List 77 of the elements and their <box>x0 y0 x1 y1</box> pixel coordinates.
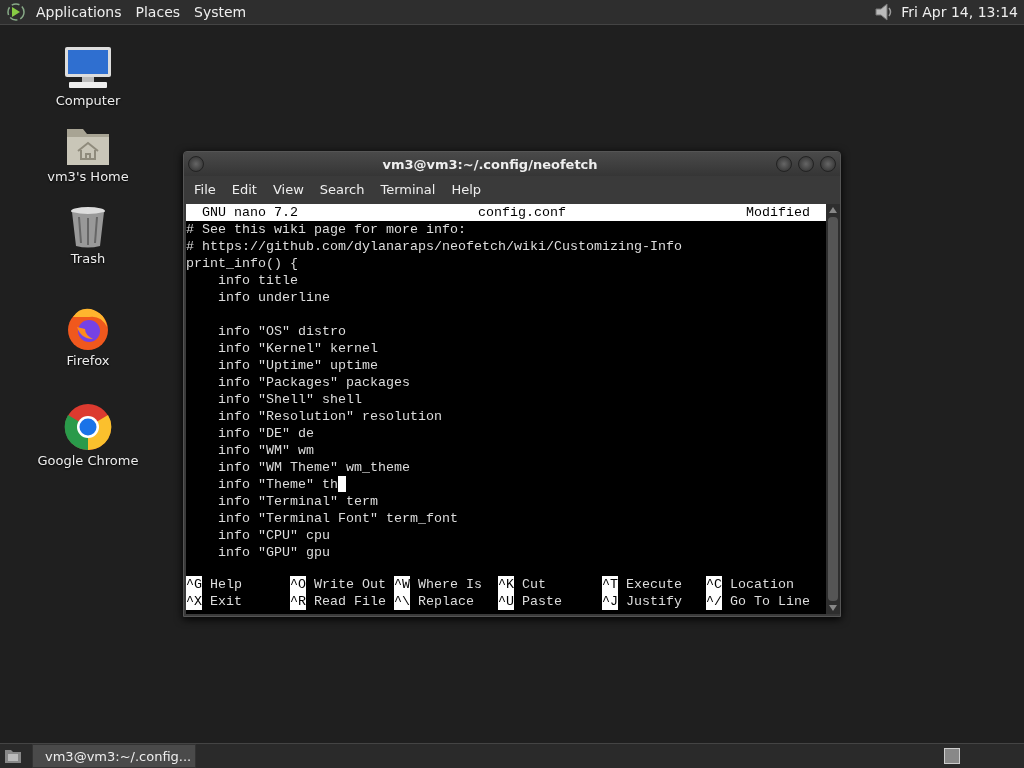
shortcut-label: Execute <box>626 576 682 593</box>
shortcut-key: ^U <box>498 593 514 610</box>
code-line: info "GPU" gpu <box>217 544 330 561</box>
shortcut-key: ^C <box>706 576 722 593</box>
shortcut-key: ^G <box>186 576 202 593</box>
scroll-down-icon[interactable] <box>829 605 837 611</box>
shortcut-key: ^X <box>186 593 202 610</box>
code-line: # See this wiki page for more info: <box>186 221 466 238</box>
code-line: info "WM" wm <box>217 442 314 459</box>
shortcut-label: Replace <box>418 593 474 610</box>
desktop-icon-label[interactable]: Firefox <box>66 353 110 368</box>
scroll-up-icon[interactable] <box>829 207 837 213</box>
code-line: info "Uptime" uptime <box>217 357 378 374</box>
modified-status: Modified <box>746 204 810 221</box>
code-line: # https://github.com/dylanaraps/neofetch/wiki/Customizing-Info <box>186 238 682 255</box>
trash-icon[interactable] <box>69 205 107 249</box>
menu-logo-icon[interactable] <box>6 2 26 22</box>
menu-item[interactable]: Help <box>443 178 490 200</box>
window-menu-button[interactable] <box>188 156 204 172</box>
code-line: info "Shell" shell <box>217 391 362 408</box>
file-name: config.conf <box>478 204 566 221</box>
menu-item[interactable]: View <box>264 178 312 200</box>
shortcut-label: Where Is <box>418 576 482 593</box>
shortcut-label: Go To Line <box>730 593 810 610</box>
chrome-icon[interactable] <box>64 403 112 451</box>
code-line: info "Kernel" kernel <box>217 340 378 357</box>
minimize-button[interactable] <box>776 156 792 172</box>
shortcut-label: Help <box>210 576 242 593</box>
show-desktop-icon[interactable] <box>4 748 22 764</box>
code-line: info "Terminal Font" term_font <box>217 510 458 527</box>
desktop-icon-label[interactable]: Trash <box>70 251 106 266</box>
code-line: print_info() { <box>186 255 298 272</box>
menu-item[interactable]: Search <box>311 178 373 200</box>
shortcut-key: ^O <box>290 576 306 593</box>
desktop-icon-label[interactable]: vm3's Home <box>47 169 129 184</box>
code-line: info "Resolution" resolution <box>217 408 442 425</box>
shortcut-label: Cut <box>522 576 546 593</box>
code-line: info "DE" de <box>217 425 314 442</box>
shortcut-label: Read File <box>314 593 386 610</box>
shortcut-key: ^/ <box>706 593 722 610</box>
shortcut-key: ^W <box>394 576 410 593</box>
shortcut-label: Justify <box>626 593 682 610</box>
code-line: info "Packages" packages <box>217 374 410 391</box>
shortcut-label: Location <box>730 576 794 593</box>
code-line: info "Theme" th <box>217 476 338 493</box>
shortcut-label: Paste <box>522 593 562 610</box>
shortcut-key: ^R <box>290 593 306 610</box>
taskbar-button[interactable]: vm3@vm3:~/.config... <box>32 744 196 768</box>
code-line: info "OS" distro <box>217 323 346 340</box>
window-title: vm3@vm3:~/.config/neofetch <box>381 156 599 172</box>
menu-item[interactable]: File <box>186 178 224 200</box>
shortcut-key: ^T <box>602 576 618 593</box>
code-line: info "CPU" cpu <box>217 527 330 544</box>
panel-menu[interactable]: Places <box>135 4 181 20</box>
shortcut-key: ^K <box>498 576 514 593</box>
menu-item[interactable]: Terminal <box>372 178 444 200</box>
close-button[interactable] <box>820 156 836 172</box>
code-line: info "Terminal" term <box>217 493 378 510</box>
menu-item[interactable]: Edit <box>223 178 265 200</box>
computer-icon[interactable] <box>63 45 113 91</box>
scrollbar-thumb[interactable] <box>828 217 838 601</box>
code-line: info underline <box>217 289 330 306</box>
scrollbar[interactable] <box>826 204 840 614</box>
clock[interactable]: Fri Apr 14, 13:14 <box>901 4 1018 20</box>
desktop-icon-label[interactable]: Google Chrome <box>37 453 139 468</box>
workspace-switcher[interactable] <box>944 748 960 764</box>
code-line: info "WM Theme" wm_theme <box>217 459 410 476</box>
code-line: info title <box>217 272 298 289</box>
shortcut-label: Exit <box>210 593 242 610</box>
maximize-button[interactable] <box>798 156 814 172</box>
desktop-icon-label[interactable]: Computer <box>55 93 121 108</box>
panel-menu[interactable]: Applications <box>36 4 122 20</box>
shortcut-key: ^J <box>602 593 618 610</box>
shortcut-label: Write Out <box>314 576 386 593</box>
shortcut-key: ^\ <box>394 593 410 610</box>
panel-menu[interactable]: System <box>194 4 247 20</box>
nano-version: GNU nano 7.2 <box>202 204 298 221</box>
